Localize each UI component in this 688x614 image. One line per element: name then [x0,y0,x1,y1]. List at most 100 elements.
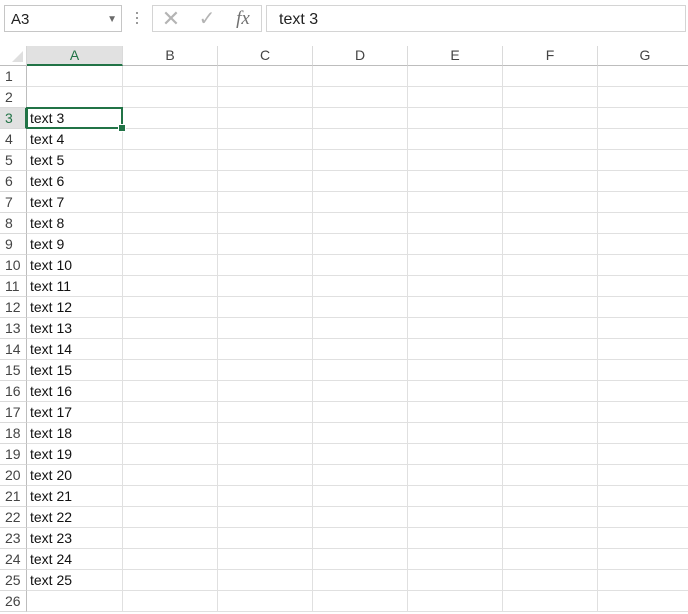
column-header-e[interactable]: E [408,46,503,66]
cell-a12[interactable]: text 12 [27,297,123,318]
cell-f14[interactable] [503,339,598,360]
cell-e12[interactable] [408,297,503,318]
row-header-8[interactable]: 8 [0,213,27,234]
cell-g22[interactable] [598,507,688,528]
cell-c3[interactable] [218,108,313,129]
row-header-12[interactable]: 12 [0,297,27,318]
cell-f18[interactable] [503,423,598,444]
cell-f7[interactable] [503,192,598,213]
cell-c19[interactable] [218,444,313,465]
cell-c11[interactable] [218,276,313,297]
cell-d18[interactable] [313,423,408,444]
cell-b8[interactable] [123,213,218,234]
cell-d12[interactable] [313,297,408,318]
cell-a3[interactable]: text 3 [27,108,123,129]
cell-f3[interactable] [503,108,598,129]
cell-f19[interactable] [503,444,598,465]
cell-d11[interactable] [313,276,408,297]
row-header-14[interactable]: 14 [0,339,27,360]
cell-a25[interactable]: text 25 [27,570,123,591]
cell-b15[interactable] [123,360,218,381]
cell-d24[interactable] [313,549,408,570]
cell-c2[interactable] [218,87,313,108]
row-header-3[interactable]: 3 [0,108,27,129]
cell-c15[interactable] [218,360,313,381]
cell-f22[interactable] [503,507,598,528]
cell-e1[interactable] [408,66,503,87]
row-header-21[interactable]: 21 [0,486,27,507]
cell-c21[interactable] [218,486,313,507]
cell-e4[interactable] [408,129,503,150]
cell-f21[interactable] [503,486,598,507]
cell-d22[interactable] [313,507,408,528]
cell-g3[interactable] [598,108,688,129]
row-header-24[interactable]: 24 [0,549,27,570]
cell-b6[interactable] [123,171,218,192]
cell-a18[interactable]: text 18 [27,423,123,444]
cell-g26[interactable] [598,591,688,612]
cell-a16[interactable]: text 16 [27,381,123,402]
cell-g19[interactable] [598,444,688,465]
cell-g1[interactable] [598,66,688,87]
cell-d26[interactable] [313,591,408,612]
cell-a15[interactable]: text 15 [27,360,123,381]
cell-f11[interactable] [503,276,598,297]
cell-c13[interactable] [218,318,313,339]
cell-a24[interactable]: text 24 [27,549,123,570]
cell-b11[interactable] [123,276,218,297]
cell-b19[interactable] [123,444,218,465]
cell-c26[interactable] [218,591,313,612]
cell-g13[interactable] [598,318,688,339]
cell-e21[interactable] [408,486,503,507]
chevron-down-icon[interactable]: ▼ [107,11,117,28]
cell-a17[interactable]: text 17 [27,402,123,423]
select-all-button[interactable] [0,46,27,66]
cell-c9[interactable] [218,234,313,255]
cell-e25[interactable] [408,570,503,591]
cell-e16[interactable] [408,381,503,402]
cell-c22[interactable] [218,507,313,528]
cell-b4[interactable] [123,129,218,150]
cell-f6[interactable] [503,171,598,192]
cell-g18[interactable] [598,423,688,444]
row-header-13[interactable]: 13 [0,318,27,339]
cell-c14[interactable] [218,339,313,360]
cell-b26[interactable] [123,591,218,612]
grip-icon[interactable] [136,12,139,26]
cell-c8[interactable] [218,213,313,234]
cell-d7[interactable] [313,192,408,213]
row-header-26[interactable]: 26 [0,591,27,612]
cell-d13[interactable] [313,318,408,339]
cell-b2[interactable] [123,87,218,108]
row-header-19[interactable]: 19 [0,444,27,465]
cell-g9[interactable] [598,234,688,255]
formula-input[interactable]: text 3 [266,5,686,32]
row-header-23[interactable]: 23 [0,528,27,549]
cell-d8[interactable] [313,213,408,234]
cell-a10[interactable]: text 10 [27,255,123,276]
cell-b12[interactable] [123,297,218,318]
cell-d10[interactable] [313,255,408,276]
cell-d2[interactable] [313,87,408,108]
cell-b5[interactable] [123,150,218,171]
cell-e8[interactable] [408,213,503,234]
cell-d17[interactable] [313,402,408,423]
row-header-22[interactable]: 22 [0,507,27,528]
cell-g21[interactable] [598,486,688,507]
cell-e14[interactable] [408,339,503,360]
cell-f17[interactable] [503,402,598,423]
cell-d21[interactable] [313,486,408,507]
column-header-d[interactable]: D [313,46,408,66]
cell-g12[interactable] [598,297,688,318]
cell-c17[interactable] [218,402,313,423]
cell-a8[interactable]: text 8 [27,213,123,234]
cell-g8[interactable] [598,213,688,234]
cell-a19[interactable]: text 19 [27,444,123,465]
cell-a5[interactable]: text 5 [27,150,123,171]
cell-g10[interactable] [598,255,688,276]
insert-function-button[interactable]: fx [229,8,257,30]
cell-d25[interactable] [313,570,408,591]
cell-a20[interactable]: text 20 [27,465,123,486]
cell-d3[interactable] [313,108,408,129]
cell-e23[interactable] [408,528,503,549]
